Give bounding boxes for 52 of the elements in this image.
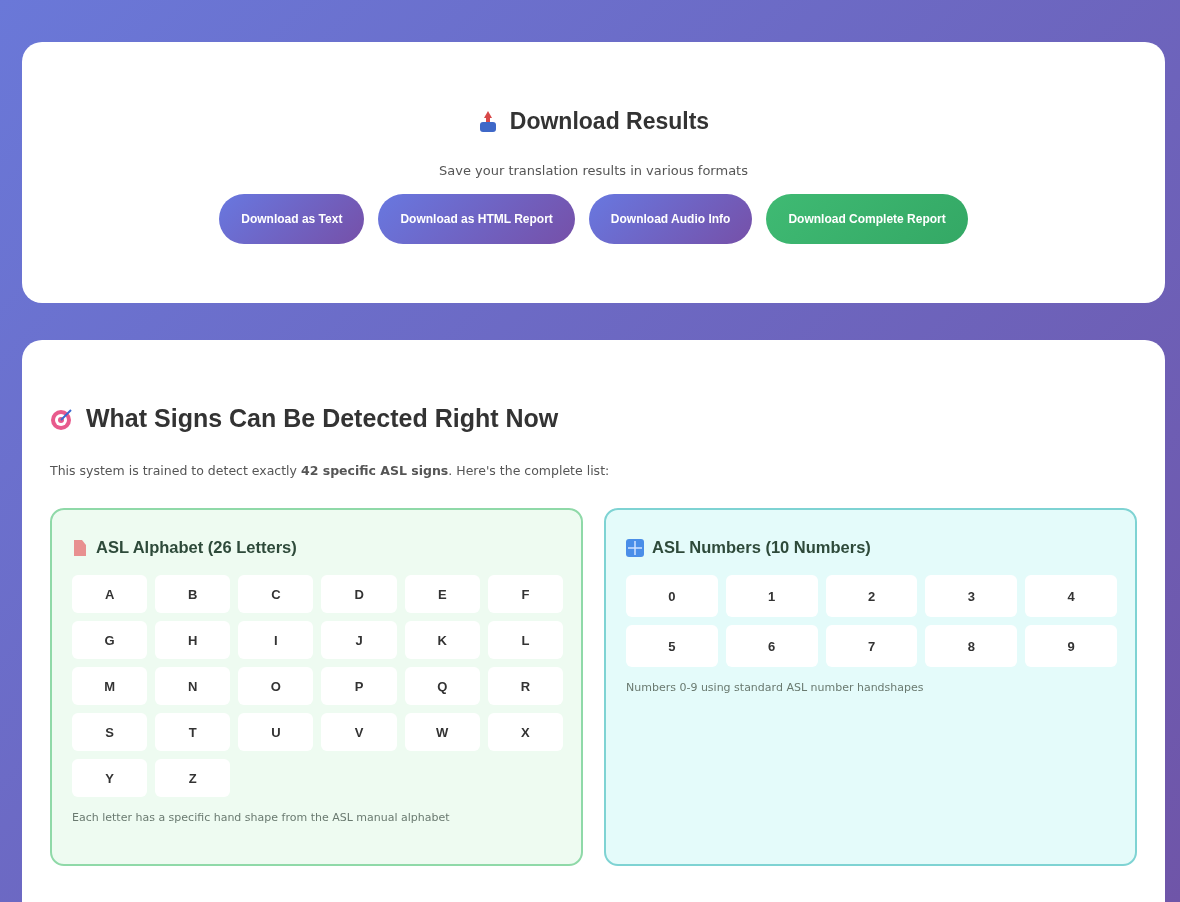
- download-button[interactable]: Download Audio Info: [588, 194, 753, 244]
- group-title: ASL Alphabet (26 Letters): [96, 538, 297, 557]
- download-button[interactable]: Download as HTML Report: [378, 194, 575, 244]
- group-title: ASL Numbers (10 Numbers): [652, 538, 871, 557]
- sign-tile: Z: [155, 759, 231, 797]
- sign-tile: 6: [725, 625, 818, 667]
- sign-tile: 9: [1025, 625, 1117, 667]
- group-note: Each letter has a specific hand shape from the ASL manual alphabet: [72, 811, 451, 824]
- sign-tile: K: [404, 621, 480, 659]
- sign-tile: T: [155, 713, 231, 751]
- sign-tile: I: [238, 621, 314, 659]
- sign-tile: 3: [925, 575, 1018, 617]
- sign-tile: Y: [72, 759, 148, 797]
- intro-text: This system is trained to detect exactly 42 specific ASL signs. Here's the complete list:: [50, 463, 611, 478]
- sign-tile: N: [155, 667, 231, 705]
- number-grid-icon: [626, 538, 644, 557]
- download-button[interactable]: Download Complete Report: [766, 194, 968, 244]
- section-subtitle: Save your translation results in various formats: [439, 163, 748, 178]
- sign-tile: 2: [825, 575, 918, 617]
- sign-tile: H: [155, 621, 231, 659]
- sign-tile: 4: [1025, 575, 1117, 617]
- sign-tile: C: [238, 575, 314, 613]
- sign-tile: M: [72, 667, 148, 705]
- sign-tile: U: [238, 713, 314, 751]
- sign-tile: W: [404, 713, 480, 751]
- sign-tile: G: [72, 621, 148, 659]
- sign-tile: F: [487, 575, 563, 613]
- sign-tile: R: [487, 667, 563, 705]
- sign-tile: S: [72, 713, 148, 751]
- sign-tile: O: [238, 667, 314, 705]
- sign-tile: V: [321, 713, 397, 751]
- target-icon: [50, 406, 74, 431]
- sign-tile: Q: [404, 667, 480, 705]
- section-title: Download Results: [509, 108, 710, 135]
- section-title: What Signs Can Be Detected Right Now: [86, 404, 559, 433]
- sign-tile: 8: [925, 625, 1018, 667]
- sign-tile: 0: [626, 575, 718, 617]
- sign-tile: X: [487, 713, 563, 751]
- sign-tile: J: [321, 621, 397, 659]
- group-note: Numbers 0-9 using standard ASL number handshapes: [626, 681, 925, 694]
- download-button[interactable]: Download as Text: [219, 194, 365, 244]
- sign-tile: E: [404, 575, 480, 613]
- sign-tile: 5: [626, 625, 718, 667]
- page-icon: [72, 538, 88, 557]
- download-tray-icon: [477, 109, 498, 134]
- sign-tile: A: [72, 575, 148, 613]
- sign-tile: P: [321, 667, 397, 705]
- sign-tile: B: [155, 575, 231, 613]
- sign-tile: L: [487, 621, 563, 659]
- sign-tile: 7: [825, 625, 918, 667]
- sign-tile: D: [321, 575, 397, 613]
- sign-tile: 1: [725, 575, 818, 617]
